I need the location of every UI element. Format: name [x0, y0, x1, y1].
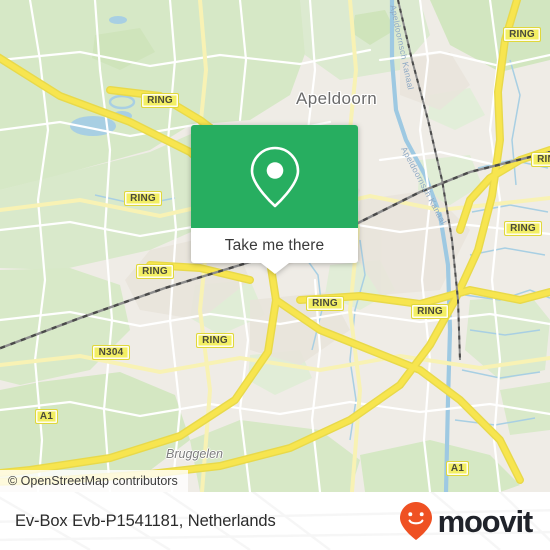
moovit-logo[interactable]: moovit: [398, 501, 534, 541]
callout-header: [191, 125, 358, 228]
moovit-location-card: Apeldoorn Bruggelen Apeldoornsch Kanaal …: [0, 0, 550, 550]
road-shield-ring: RING: [124, 191, 162, 206]
location-title: Ev-Box Evb-P1541181, Netherlands: [15, 511, 276, 530]
moovit-wordmark: moovit: [437, 503, 534, 539]
road-shield-n304: N304: [92, 345, 130, 360]
take-me-there-callout[interactable]: Take me there: [191, 125, 358, 274]
road-shield-ring: RING: [136, 264, 174, 279]
road-shield-ring: RING: [504, 221, 542, 236]
map-label-city: Apeldoorn: [296, 89, 378, 108]
take-me-there-label: Take me there: [224, 236, 325, 254]
osm-attribution[interactable]: © OpenStreetMap contributors: [0, 470, 188, 492]
moovit-pin-smiley-icon: [399, 502, 432, 540]
road-shield-ring: RING: [306, 296, 344, 311]
road-shield-a1: A1: [446, 461, 469, 476]
callout-footer[interactable]: Take me there: [191, 228, 358, 274]
footer-bar: Ev-Box Evb-P1541181, Netherlands moovit: [0, 492, 550, 550]
osm-attribution-text: © OpenStreetMap contributors: [8, 474, 178, 488]
road-shield-ring: RING: [503, 27, 541, 42]
road-shield-ring: RING: [196, 333, 234, 348]
road-shield-a1: A1: [35, 409, 58, 424]
map-pin-icon: [250, 146, 299, 207]
road-shield-ring: RING: [411, 304, 449, 319]
map-canvas[interactable]: Apeldoorn Bruggelen Apeldoornsch Kanaal …: [0, 0, 550, 492]
road-shield-ring: RING: [531, 152, 550, 167]
callout-pointer-tail: [260, 263, 289, 274]
road-shield-ring: RING: [141, 93, 179, 108]
map-label-hamlet: Bruggelen: [166, 447, 223, 461]
